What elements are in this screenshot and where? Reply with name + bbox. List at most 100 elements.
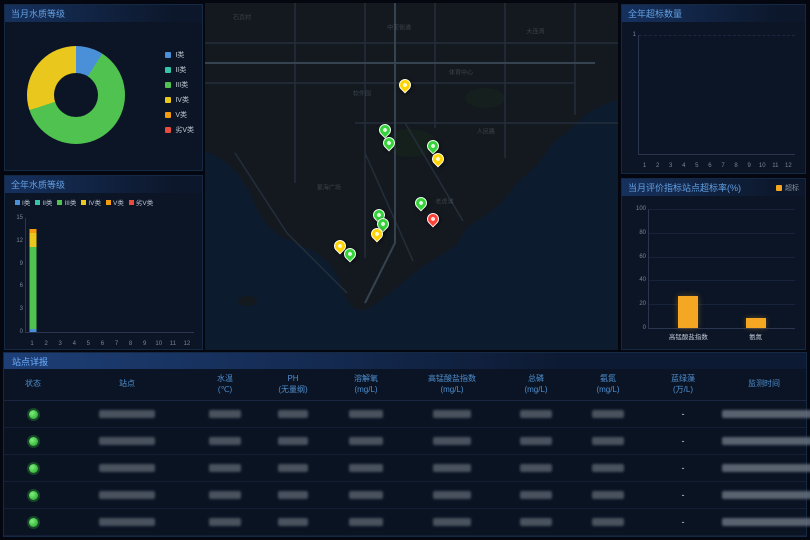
- x-axis: 123456789101112: [25, 341, 194, 347]
- x-tick: 12: [782, 163, 795, 169]
- table-cell: [4, 464, 62, 473]
- redacted-value: [433, 491, 471, 499]
- map-place-label: 体育中心: [449, 68, 473, 77]
- table-cell: [328, 410, 404, 418]
- redacted-value: [722, 410, 810, 418]
- legend-item[interactable]: IV类: [165, 95, 194, 105]
- table-cell: [4, 437, 62, 446]
- legend-item[interactable]: V类: [165, 110, 194, 120]
- panel-year-exceed: 全年超标数量 1 123456789101112: [621, 4, 806, 174]
- bar-slot: [54, 218, 68, 332]
- legend-item[interactable]: 劣V类: [165, 125, 194, 135]
- table-cell: -: [644, 463, 722, 473]
- table-cell: [500, 437, 572, 445]
- map-place-label: 软件园: [353, 89, 371, 98]
- table-row[interactable]: -: [4, 482, 806, 509]
- map-place-label: 大连湾: [526, 26, 544, 35]
- table-row[interactable]: -: [4, 509, 806, 536]
- legend-swatch: [165, 112, 171, 118]
- table-cell: -: [644, 409, 722, 419]
- legend-item[interactable]: III类: [57, 197, 76, 207]
- redacted-value: [209, 491, 241, 499]
- gridline: [649, 233, 795, 234]
- map-place-label: 人民路: [477, 127, 495, 136]
- legend-label: I类: [175, 50, 184, 60]
- table-row[interactable]: -: [4, 455, 806, 482]
- bar-slot: [68, 218, 82, 332]
- redacted-value: [349, 518, 383, 526]
- panel-year-quality-header: 全年水质等级: [5, 176, 202, 193]
- x-tick: 3: [53, 341, 67, 347]
- legend-item[interactable]: II类: [35, 197, 52, 207]
- legend-swatch: [57, 200, 62, 205]
- legend-swatch: [106, 200, 111, 205]
- x-tick: 11: [769, 163, 782, 169]
- status-ok-icon: [29, 518, 38, 527]
- map-basemap: [205, 3, 618, 350]
- x-tick: 12: [180, 341, 194, 347]
- panel-title: 全年超标数量: [628, 7, 682, 20]
- redacted-value: [349, 410, 383, 418]
- table-cell: [572, 491, 644, 499]
- legend-item[interactable]: III类: [165, 80, 194, 90]
- bar-slot: [40, 218, 54, 332]
- legend-swatch: [165, 52, 171, 58]
- redacted-value: [99, 410, 155, 418]
- legend-item[interactable]: II类: [165, 65, 194, 75]
- table-cell: [258, 491, 328, 499]
- legend-item[interactable]: I类: [165, 50, 194, 60]
- rate-legend[interactable]: 超标: [776, 183, 799, 193]
- x-tick: 7: [109, 341, 123, 347]
- table-cell: -: [644, 490, 722, 500]
- redacted-value: [278, 410, 308, 418]
- table-row[interactable]: -: [4, 401, 806, 428]
- gridline: [639, 35, 795, 36]
- year-exceed-chart: 1: [638, 35, 795, 155]
- x-axis: 123456789101112: [638, 163, 795, 169]
- legend-swatch: [129, 200, 134, 205]
- panel-title: 当月水质等级: [11, 7, 65, 20]
- gridline: [649, 209, 795, 210]
- map[interactable]: 石页村中亚街道大连湾软件园体育中心人民路星海广场老虎滩: [205, 3, 618, 350]
- legend-label: V类: [175, 110, 187, 120]
- y-tick: 9: [20, 261, 23, 267]
- legend-item[interactable]: I类: [15, 197, 30, 207]
- table-cell: [572, 410, 644, 418]
- x-tick: 1: [25, 341, 39, 347]
- status-ok-icon: [29, 410, 38, 419]
- column-header: 蓝绿藻(万/L): [644, 374, 722, 395]
- legend-swatch: [165, 97, 171, 103]
- x-tick: 1: [638, 163, 651, 169]
- bar[interactable]: [678, 296, 698, 328]
- redacted-value: [520, 464, 552, 472]
- table-cell: [192, 410, 258, 418]
- x-tick: 6: [95, 341, 109, 347]
- status-ok-icon: [29, 464, 38, 473]
- map-place-label: 星海广场: [317, 182, 341, 191]
- x-tick: 10: [152, 341, 166, 347]
- y-tick: 6: [20, 283, 23, 289]
- legend-label: IV类: [175, 95, 189, 105]
- table-cell: [500, 464, 572, 472]
- bar-slot: [180, 218, 194, 332]
- table-cell: [4, 491, 62, 500]
- legend-item[interactable]: 劣V类: [129, 197, 153, 207]
- bar[interactable]: [746, 318, 766, 328]
- month-rate-chart: 020406080100高锰酸盐指数氨氮: [648, 209, 795, 329]
- legend-label: II类: [175, 65, 186, 75]
- legend-item[interactable]: V类: [106, 197, 124, 207]
- dashboard: 当月水质等级 I类II类III类IV类V类劣V类 全年水质等级 I类II类III…: [0, 0, 810, 540]
- x-tick: 11: [166, 341, 180, 347]
- table-row[interactable]: -: [4, 428, 806, 455]
- column-header: 总磷(mg/L): [500, 374, 572, 395]
- legend-item[interactable]: IV类: [81, 197, 101, 207]
- y-tick: 100: [636, 206, 646, 212]
- table-cell: [722, 410, 810, 418]
- y-tick: 0: [20, 329, 23, 335]
- y-tick: 20: [639, 301, 646, 307]
- redacted-value: [433, 518, 471, 526]
- table-cell: [722, 518, 810, 526]
- x-tick: 4: [67, 341, 81, 347]
- table-cell: [62, 437, 192, 445]
- year-quality-chart: 03691215: [25, 218, 194, 333]
